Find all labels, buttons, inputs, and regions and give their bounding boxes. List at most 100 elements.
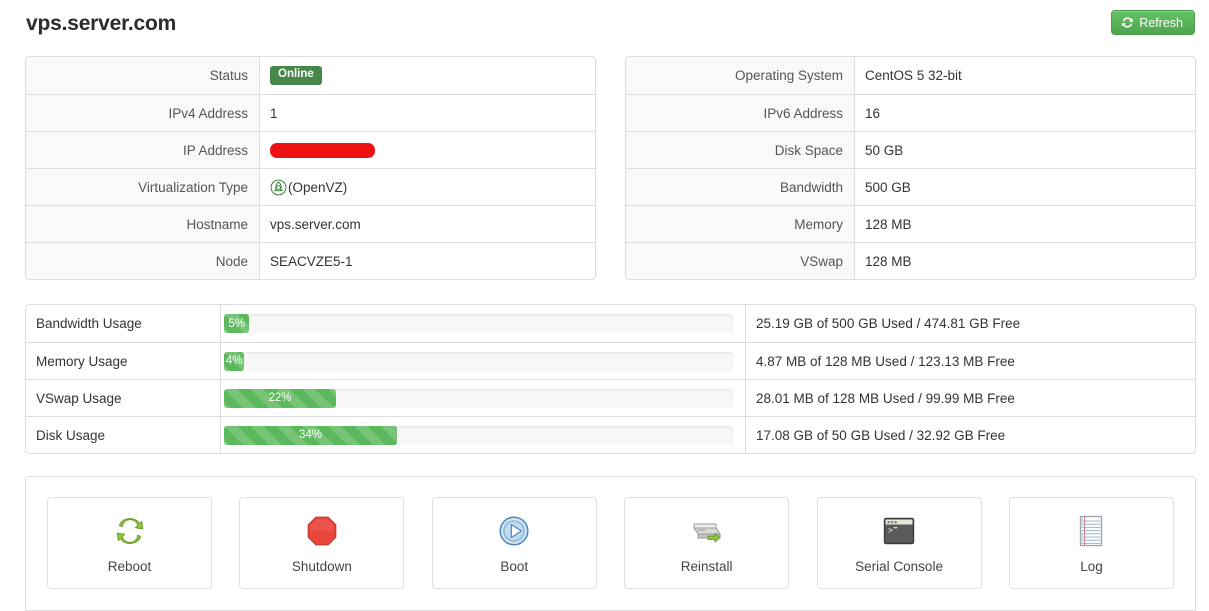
redacted-ip-address <box>270 142 375 158</box>
refresh-icon <box>1121 16 1134 29</box>
info-row-label: Node <box>26 243 260 279</box>
info-row: IPv6 Address 16 <box>626 94 1195 131</box>
info-row: IPv4 Address 1 <box>26 94 595 131</box>
info-row-label: Virtualization Type <box>26 169 260 205</box>
info-row-value: SEACVZE5-1 <box>270 253 353 269</box>
action-button-label: Shutdown <box>291 559 352 574</box>
info-row: VSwap 128 MB <box>626 242 1195 279</box>
log-icon <box>1080 515 1103 547</box>
info-row-label: IP Address <box>26 132 260 168</box>
usage-row: Bandwidth Usage 5% 25.19 GB of 500 GB Used… <box>26 305 1195 342</box>
info-row: Disk Space 50 GB <box>626 131 1195 168</box>
info-row-label: IPv6 Address <box>626 95 855 131</box>
info-row: Bandwidth 500 GB <box>626 168 1195 205</box>
progress-bar-fill: 34% <box>224 425 398 445</box>
server-info-table-right: Operating System CentOS 5 32-bit IPv6 Addr… <box>625 56 1196 280</box>
info-row-value: vps.server.com <box>270 216 361 232</box>
vps-management-page: vps.server.com Refresh Status Online IPv4 … <box>0 0 1209 611</box>
progress-bar-track: 22% <box>224 388 733 408</box>
action-button-shutdown[interactable]: Shutdown <box>239 497 405 589</box>
progress-bar-track: 5% <box>224 314 733 333</box>
usage-progress-cell: 22% <box>221 380 746 416</box>
terminal-icon: > <box>882 512 916 550</box>
info-row-value: 128 MB <box>865 216 912 232</box>
usage-progress-cell: 4% <box>221 343 746 379</box>
progress-bar-fill: 5% <box>224 314 250 333</box>
terminal-icon: > <box>883 517 915 545</box>
shutdown-icon <box>305 512 339 550</box>
usage-row-label: Bandwidth Usage <box>26 305 221 342</box>
action-button-label: Boot <box>500 559 529 574</box>
openvz-icon <box>270 179 288 196</box>
info-row-label: Disk Space <box>626 132 855 168</box>
info-row-label: Status <box>26 57 260 94</box>
info-row-value: 500 GB <box>865 179 911 195</box>
openvz-icon <box>270 179 287 195</box>
status-badge: Online <box>270 66 322 85</box>
action-button-label: Serial Console <box>855 559 943 574</box>
info-row-value: 128 MB <box>865 253 912 269</box>
refresh-button-label: Refresh <box>1139 15 1183 30</box>
progress-bar-fill: 22% <box>224 388 336 408</box>
action-button-label: Log <box>1080 559 1103 574</box>
info-row-value: Online <box>260 57 595 94</box>
progress-bar-track: 4% <box>224 351 733 371</box>
info-row: Operating System CentOS 5 32-bit <box>626 57 1195 94</box>
virtualization-type-value: (OpenVZ) <box>270 179 347 196</box>
info-row: Hostname vps.server.com <box>26 205 595 242</box>
info-row-label: Bandwidth <box>626 169 855 205</box>
virtualization-type-label: (OpenVZ) <box>288 179 348 195</box>
shutdown-icon <box>307 516 337 546</box>
info-row: Memory 128 MB <box>626 205 1195 242</box>
usage-row-detail: 25.19 GB of 500 GB Used / 474.81 GB Free <box>756 316 1021 331</box>
info-row-label: IPv4 Address <box>26 95 260 131</box>
boot-icon <box>499 516 529 546</box>
page-header: vps.server.com Refresh <box>0 0 1209 50</box>
info-row: Virtualization Type (OpenVZ) <box>26 168 595 205</box>
action-button-log[interactable]: Log <box>1008 497 1174 589</box>
usage-row: Disk Usage 34% 17.08 GB of 50 GB Used / 32… <box>26 416 1195 453</box>
progress-bar-track: 34% <box>224 425 733 445</box>
boot-icon <box>497 512 531 550</box>
usage-row-detail: 4.87 MB of 128 MB Used / 123.13 MB Free <box>756 353 1015 369</box>
action-button-boot[interactable]: Boot <box>431 497 597 589</box>
info-row-label: VSwap <box>626 243 855 279</box>
usage-progress-cell: 34% <box>221 417 746 453</box>
refresh-button[interactable]: Refresh <box>1111 10 1195 35</box>
info-row: Status Online <box>26 57 595 94</box>
usage-row-label: VSwap Usage <box>26 380 221 416</box>
reboot-icon <box>113 512 147 550</box>
action-button-label: Reinstall <box>680 559 733 574</box>
info-row: Node SEACVZE5-1 <box>26 242 595 279</box>
action-button-serial-console[interactable]: > Serial Console <box>816 497 982 589</box>
action-button-reboot[interactable]: Reboot <box>47 497 212 589</box>
info-row-value <box>260 132 595 168</box>
info-row-value: CentOS 5 32-bit <box>865 68 962 83</box>
page-title: vps.server.com <box>26 12 177 35</box>
usage-row-detail: 17.08 GB of 50 GB Used / 32.92 GB Free <box>756 427 1006 443</box>
action-button-reinstall[interactable]: Reinstall <box>624 497 790 589</box>
reinstall-icon <box>692 523 721 543</box>
info-row-value: 1 <box>270 105 278 121</box>
progress-bar-fill: 4% <box>224 351 245 371</box>
usage-row-label: Disk Usage <box>26 417 221 453</box>
resource-usage-table: Bandwidth Usage 5% 25.19 GB of 500 GB Used… <box>25 304 1196 454</box>
usage-progress-cell: 5% <box>221 305 746 342</box>
usage-row-detail: 28.01 MB of 128 MB Used / 99.99 MB Free <box>756 390 1015 406</box>
info-row-label: Hostname <box>26 206 260 242</box>
action-button-label: Reboot <box>107 559 152 574</box>
server-info-table-left: Status Online IPv4 Address 1 IP Address Virtu… <box>25 56 596 280</box>
server-actions-row: Reboot Shutdown Boot Reinstall > Serial Conso… <box>26 497 1195 589</box>
log-icon <box>1076 512 1106 550</box>
info-row: IP Address <box>26 131 595 168</box>
info-row-value: 16 <box>865 105 881 121</box>
usage-row: Memory Usage 4% 4.87 MB of 128 MB Used / 1… <box>26 342 1195 379</box>
usage-row-label: Memory Usage <box>26 343 221 379</box>
usage-row: VSwap Usage 22% 28.01 MB of 128 MB Used / … <box>26 379 1195 416</box>
info-row-value: 50 GB <box>865 142 904 158</box>
svg-text:>: > <box>888 527 893 536</box>
info-row-label: Memory <box>626 206 855 242</box>
info-row-label: Operating System <box>626 57 855 94</box>
server-actions-panel: Reboot Shutdown Boot Reinstall > Serial Conso… <box>25 476 1196 611</box>
info-row-value: (OpenVZ) <box>260 169 595 205</box>
